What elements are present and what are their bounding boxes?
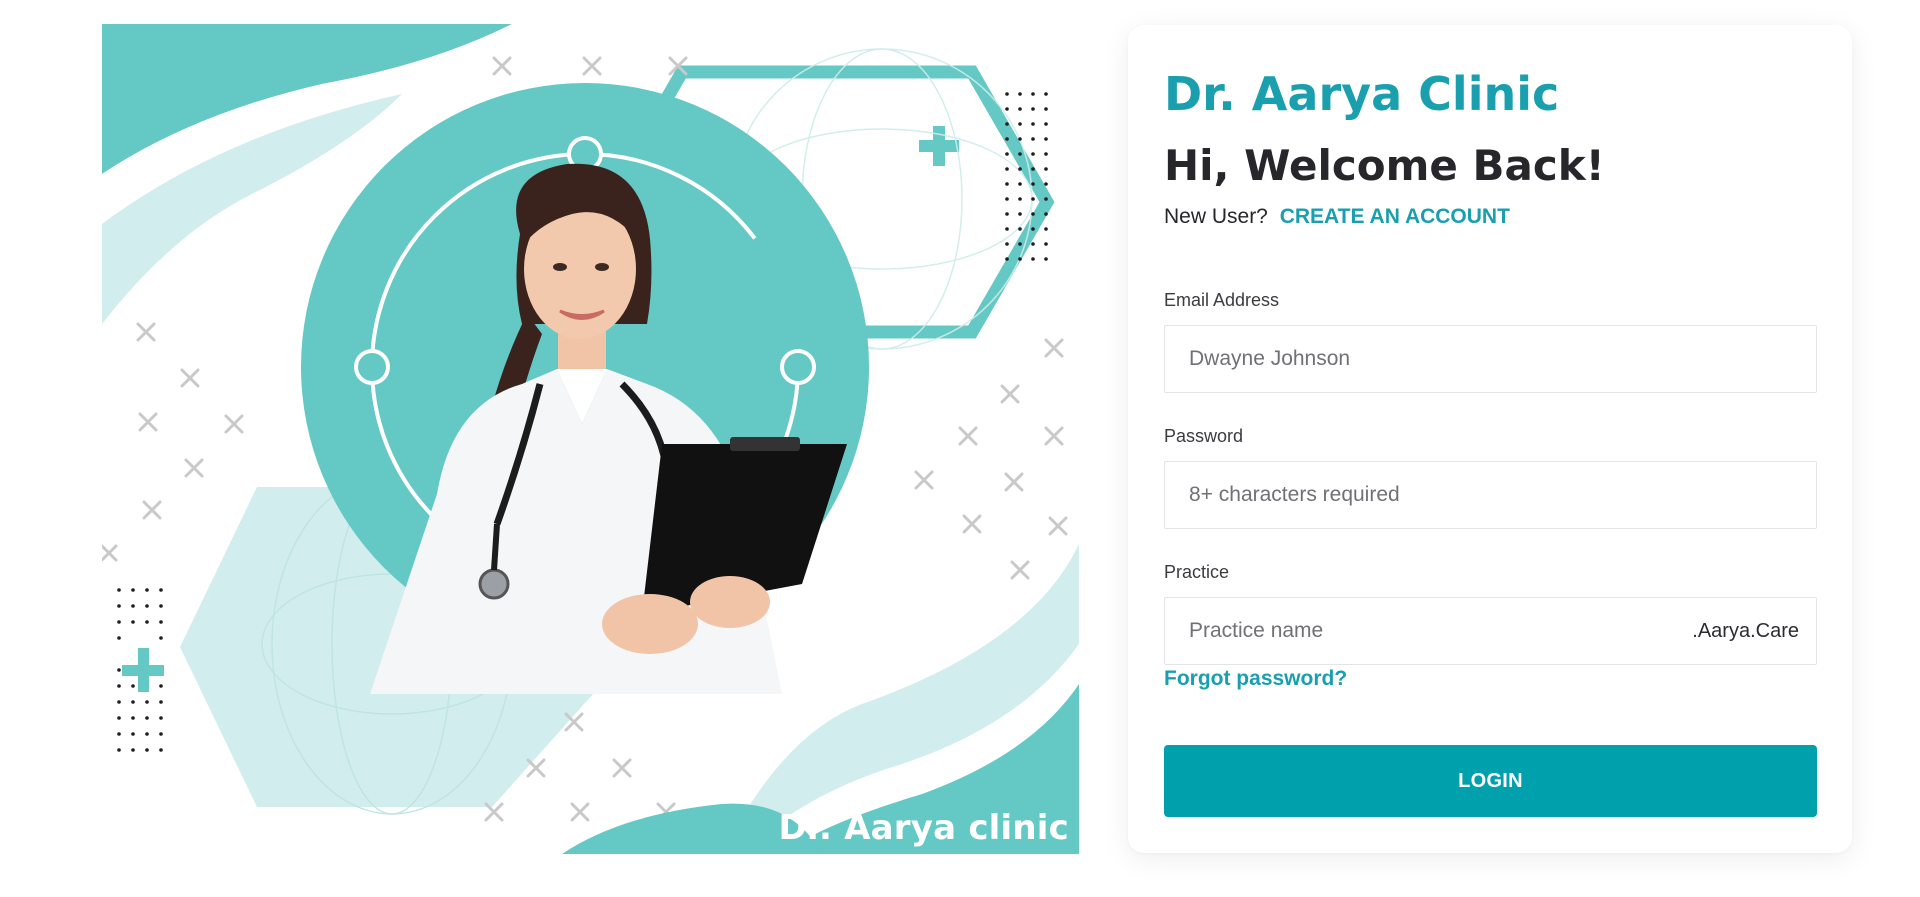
login-card: Dr. Aarya Clinic Hi, Welcome Back! New U… bbox=[1128, 25, 1852, 853]
brand-banner-text: Dr. Aarya clinic bbox=[778, 808, 1069, 848]
email-label: Email Address bbox=[1164, 290, 1280, 310]
new-user-text: New User? bbox=[1164, 205, 1268, 228]
illustration-graphic bbox=[102, 24, 1079, 854]
password-field[interactable] bbox=[1165, 462, 1816, 528]
forgot-password-link[interactable]: Forgot password? bbox=[1164, 667, 1347, 691]
practice-domain-suffix: .Aarya.Care bbox=[1692, 620, 1799, 642]
practice-field-container: .Aarya.Care bbox=[1164, 597, 1817, 665]
practice-label: Practice bbox=[1164, 562, 1230, 582]
clinic-name: Dr. Aarya Clinic bbox=[1164, 67, 1560, 121]
new-user-row: New User? CREATE AN ACCOUNT bbox=[1164, 205, 1510, 229]
password-field-container bbox=[1164, 461, 1817, 529]
email-field[interactable] bbox=[1165, 326, 1816, 392]
welcome-heading: Hi, Welcome Back! bbox=[1164, 141, 1605, 190]
password-label: Password bbox=[1164, 426, 1244, 446]
create-account-link[interactable]: CREATE AN ACCOUNT bbox=[1280, 205, 1510, 228]
hero-illustration: Dr. Aarya clinic bbox=[102, 24, 1079, 854]
login-button[interactable]: LOGIN bbox=[1164, 745, 1817, 817]
email-field-container bbox=[1164, 325, 1817, 393]
